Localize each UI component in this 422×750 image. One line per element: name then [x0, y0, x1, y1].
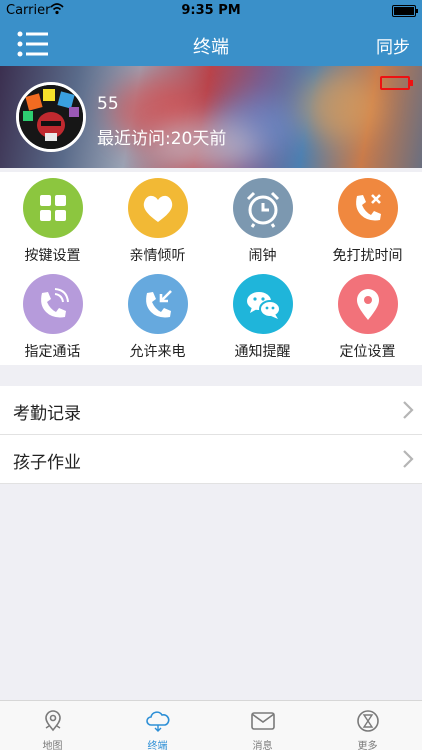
- incoming-call-icon: [128, 274, 188, 334]
- heart-icon: [128, 178, 188, 238]
- tab-messages[interactable]: 消息: [210, 701, 315, 750]
- grid-item-designated-call[interactable]: 指定通话: [0, 268, 105, 364]
- device-name: 55: [97, 94, 119, 114]
- grid-item-label: 亲情倾听: [129, 248, 186, 264]
- nav-bar: 终端 同步: [0, 22, 422, 66]
- tab-bar: 地图 终端 消息 更多: [0, 700, 422, 750]
- grid-item-family-listen[interactable]: 亲情倾听: [105, 172, 210, 268]
- chevron-right-icon: [402, 400, 414, 424]
- grid-item-notifications[interactable]: 通知提醒: [210, 268, 315, 364]
- grid-item-alarm[interactable]: 闹钟: [210, 172, 315, 268]
- tab-terminal[interactable]: 终端: [105, 701, 210, 750]
- cloud-icon: [146, 711, 170, 732]
- battery-icon: [392, 5, 418, 17]
- last-visit-text: 最近访问:20天前: [97, 129, 227, 149]
- hourglass-icon: [357, 710, 379, 732]
- location-pin-icon: [338, 274, 398, 334]
- list-item-attendance[interactable]: 考勤记录: [0, 386, 422, 435]
- grid-item-allow-incoming[interactable]: 允许来电: [105, 268, 210, 364]
- tab-map[interactable]: 地图: [0, 701, 105, 750]
- grid-item-label: 定位设置: [339, 344, 396, 360]
- tab-label: 更多: [357, 741, 378, 750]
- phone-block-icon: [338, 178, 398, 238]
- envelope-icon: [251, 712, 275, 730]
- grid-item-location-settings[interactable]: 定位设置: [315, 268, 420, 364]
- list-item-label: 考勤记录: [13, 404, 81, 424]
- sync-button[interactable]: 同步: [376, 33, 410, 58]
- status-bar: Carrier 9:35 PM: [0, 0, 422, 22]
- grid-item-label: 按键设置: [24, 248, 81, 264]
- page-title: 终端: [193, 37, 229, 58]
- keypad-grid-icon: [23, 178, 83, 238]
- grid-item-label: 指定通话: [24, 344, 81, 360]
- alarm-clock-icon: [233, 178, 293, 238]
- avatar[interactable]: [16, 82, 86, 152]
- list-item-label: 孩子作业: [13, 453, 81, 473]
- grid-item-label: 允许来电: [129, 344, 186, 360]
- device-banner: 55 最近访问:20天前: [0, 66, 422, 168]
- grid-item-label: 闹钟: [248, 248, 277, 264]
- tab-label: 终端: [147, 741, 168, 750]
- settings-list: 考勤记录 孩子作业: [0, 386, 422, 484]
- clock: 9:35 PM: [181, 3, 241, 18]
- function-grid: 按键设置 亲情倾听 闹钟 免打扰时间 指定通话 允许来电 通知提醒 定位设置: [0, 172, 422, 365]
- map-pin-icon: [45, 710, 61, 732]
- grid-item-keypad-settings[interactable]: 按键设置: [0, 172, 105, 268]
- chevron-right-icon: [402, 449, 414, 473]
- low-battery-icon: [380, 76, 413, 90]
- list-item-homework[interactable]: 孩子作业: [0, 435, 422, 484]
- grid-item-label: 通知提醒: [234, 344, 291, 360]
- grid-item-do-not-disturb[interactable]: 免打扰时间: [315, 172, 420, 268]
- tab-label: 消息: [252, 741, 273, 750]
- chat-bubbles-icon: [233, 274, 293, 334]
- grid-item-label: 免打扰时间: [332, 248, 403, 264]
- phone-call-icon: [23, 274, 83, 334]
- tab-label: 地图: [42, 741, 63, 750]
- tab-more[interactable]: 更多: [315, 701, 420, 750]
